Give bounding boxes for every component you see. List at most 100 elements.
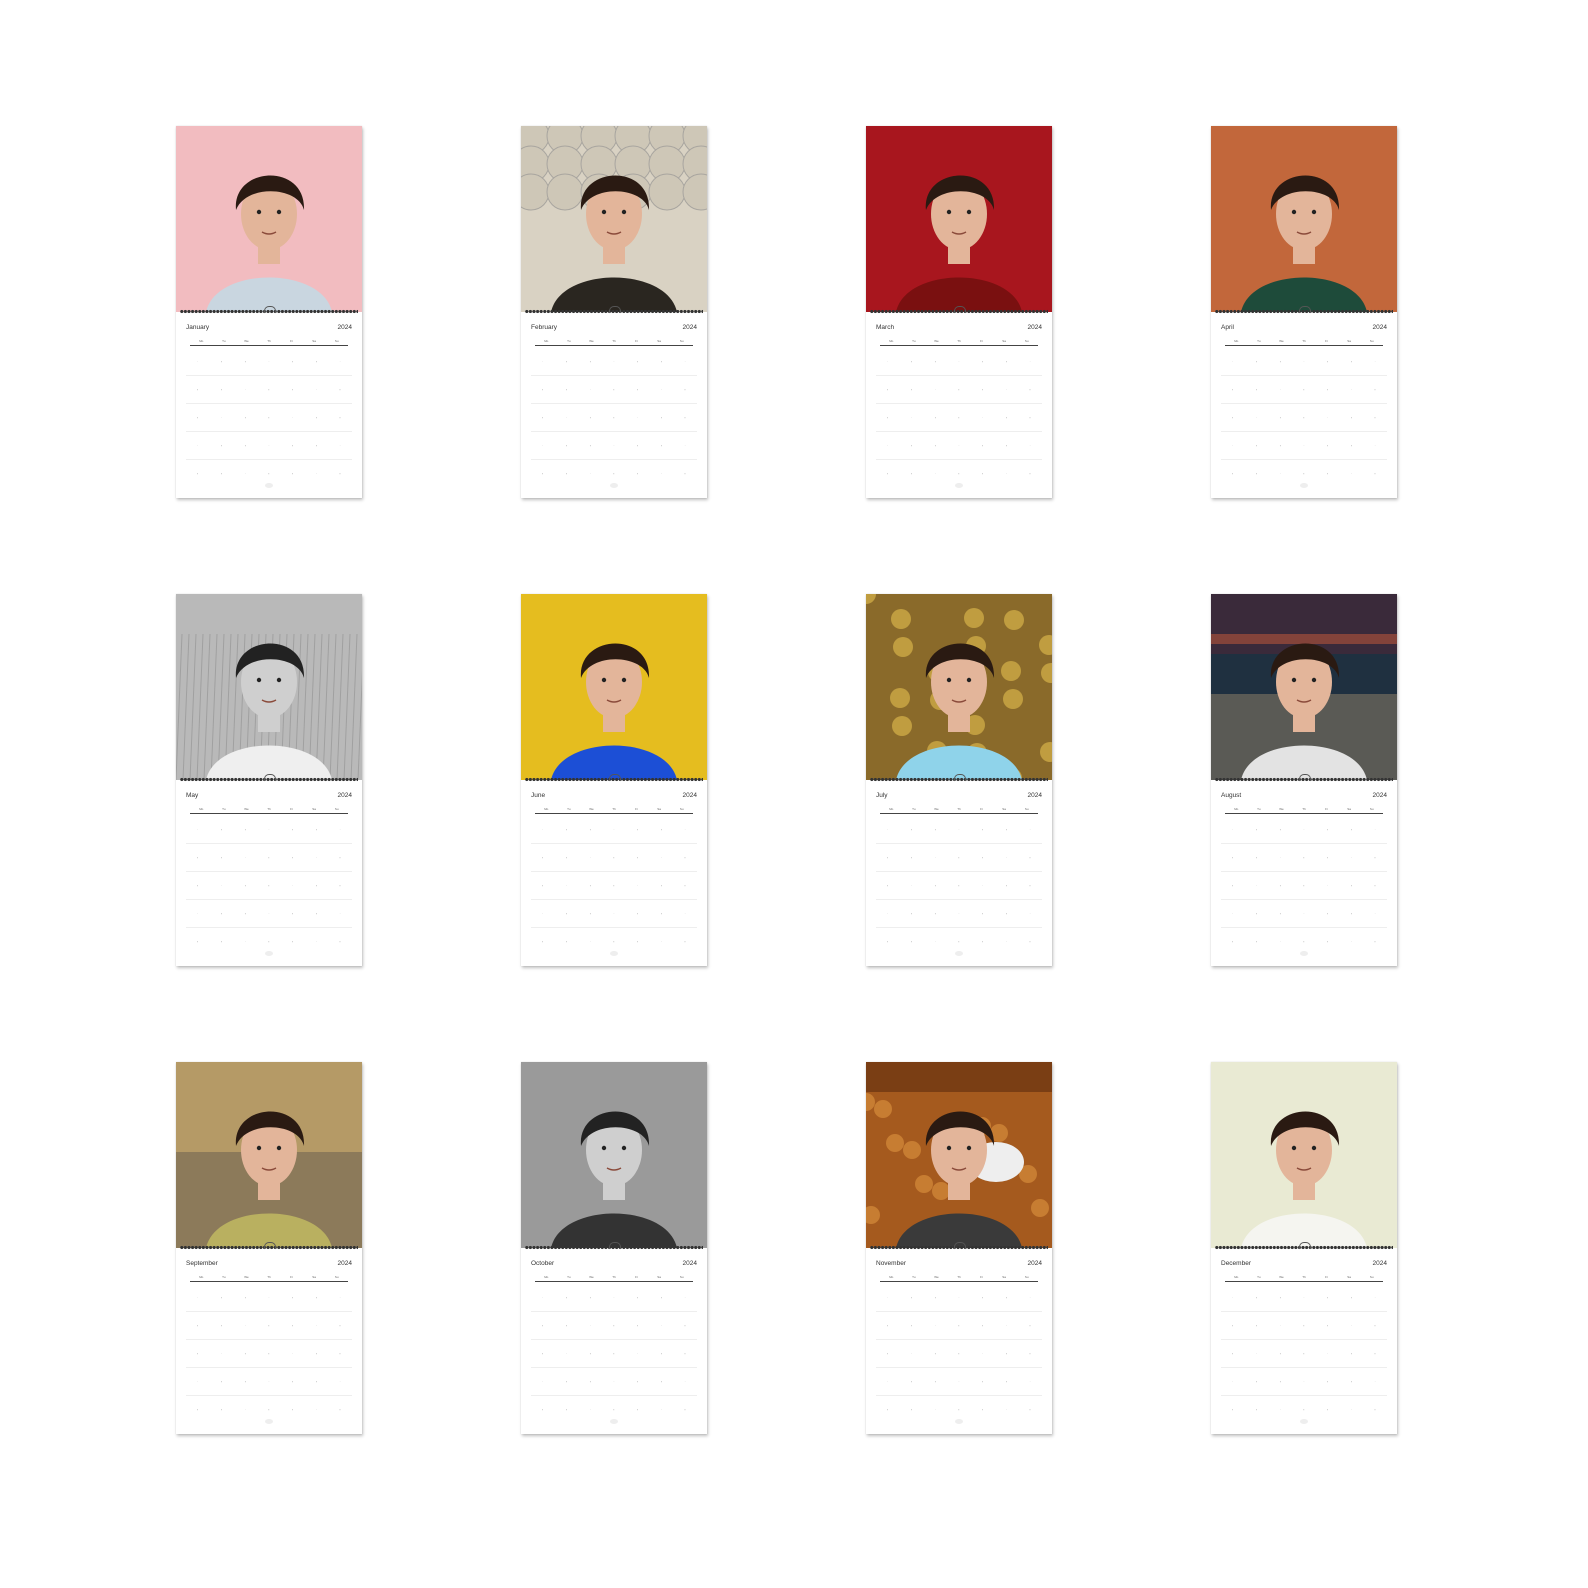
date-cell-mark: ·: [934, 360, 936, 364]
date-cell-mark: ·: [197, 1380, 199, 1384]
month-label: June: [531, 792, 546, 799]
date-cell-mark: ·: [1350, 856, 1352, 860]
calendar-page-june[interactable]: June 2024 Mo Tu We Th Fr Sa Su · · · · · · · · · · · · · · · · · ·…: [521, 594, 707, 966]
year-label: 2024: [1372, 324, 1387, 331]
date-cell-mark: ·: [887, 940, 889, 944]
date-cell-mark: ·: [1005, 388, 1007, 392]
date-cell-mark: ·: [958, 472, 960, 476]
weekday-label: We: [1279, 339, 1284, 343]
date-cell-mark: ·: [292, 1296, 294, 1300]
date-cell-mark: ·: [1327, 940, 1329, 944]
calendar-page-october[interactable]: October 2024 Mo Tu We Th Fr Sa Su · · · · · · · · · · · · · · ·…: [521, 1062, 707, 1434]
date-cell-mark: ·: [197, 360, 199, 364]
calendar-header: July 2024: [876, 792, 1042, 802]
year-label: 2024: [1372, 792, 1387, 799]
date-cell-mark: ·: [613, 940, 615, 944]
weekday-label: We: [589, 807, 594, 811]
date-cell-mark: ·: [958, 1296, 960, 1300]
date-cell-mark: ·: [589, 472, 591, 476]
month-label: August: [1221, 792, 1242, 799]
date-cell-mark: ·: [1029, 416, 1031, 420]
weekday-row: Mo Tu We Th Fr Sa Su: [190, 339, 348, 344]
date-grid: · · · · · · · · · · · · · · · · · · · · · · · · · · · · · · · · · · ·: [186, 348, 352, 488]
date-cell-mark: ·: [1232, 1352, 1234, 1356]
date-cell-mark: ·: [565, 472, 568, 476]
footer-logo-mark: [265, 1419, 273, 1424]
date-cell-mark: ·: [934, 416, 936, 420]
date-cell-mark: ·: [220, 828, 223, 832]
date-cell-mark: ·: [1005, 912, 1007, 916]
calendar-page-january[interactable]: January 2024 Mo Tu We Th Fr Sa Su · · · · · · · · · · · · · · ·…: [176, 126, 362, 498]
date-cell-mark: ·: [315, 912, 317, 916]
date-grid: · · · · · · · · · · · · · · · · · · · · · · · · · · · · · · · · · · ·: [1221, 816, 1387, 956]
date-cell-mark: ·: [1303, 828, 1305, 832]
date-cell-mark: ·: [684, 1324, 686, 1328]
date-cell-mark: ·: [982, 444, 984, 448]
date-cell-mark: ·: [613, 360, 615, 364]
calendar-page-february[interactable]: February 2024 Mo Tu We Th Fr Sa Su · · · · · · · · · · · · · ·…: [521, 126, 707, 498]
calendar-page-september[interactable]: September 2024 Mo Tu We Th Fr Sa Su · · · · · · · · · · · · ·…: [176, 1062, 362, 1434]
date-cell-mark: ·: [1374, 1380, 1376, 1384]
weekday-label: We: [934, 1275, 939, 1279]
date-cell-mark: ·: [1279, 940, 1281, 944]
date-cell-mark: ·: [1327, 1352, 1329, 1356]
date-cell-mark: ·: [637, 416, 639, 420]
calendar-header: September 2024: [186, 1260, 352, 1270]
calendar-page-august[interactable]: August 2024 Mo Tu We Th Fr Sa Su · · · · · · · · · · · · · · · ·…: [1211, 594, 1397, 966]
date-cell-mark: ·: [1374, 912, 1376, 916]
hanger-hook-icon: [954, 306, 966, 313]
calendar-page-july[interactable]: July 2024 Mo Tu We Th Fr Sa Su · · · · · · · · · · · · · · · · · ·…: [866, 594, 1052, 966]
date-cell-mark: ·: [339, 1380, 341, 1384]
date-cell-mark: ·: [1279, 444, 1281, 448]
date-cell-mark: ·: [613, 444, 615, 448]
date-cell-mark: ·: [660, 472, 662, 476]
date-cell-mark: ·: [542, 1380, 544, 1384]
date-cell-mark: ·: [589, 828, 591, 832]
footer-logo-mark: [610, 1419, 618, 1424]
date-cell-mark: ·: [268, 472, 270, 476]
weekday-label: Tu: [912, 339, 916, 343]
date-cell-mark: ·: [1327, 388, 1329, 392]
date-cell-mark: ·: [684, 416, 686, 420]
footer-logo-mark: [1300, 483, 1308, 488]
date-cell-mark: ·: [268, 388, 270, 392]
date-cell-mark: ·: [910, 1324, 913, 1328]
date-cell-mark: ·: [315, 360, 317, 364]
date-cell-mark: ·: [637, 472, 639, 476]
weekday-label: Fr: [980, 807, 983, 811]
date-cell-mark: ·: [1303, 884, 1305, 888]
date-cell-mark: ·: [684, 912, 686, 916]
date-cell-mark: ·: [315, 388, 317, 392]
date-cell-mark: ·: [637, 884, 639, 888]
date-cell-mark: ·: [1029, 856, 1031, 860]
calendar-header: June 2024: [531, 792, 697, 802]
calendar-page-march[interactable]: March 2024 Mo Tu We Th Fr Sa Su · · · · · · · · · · · · · · · · ·…: [866, 126, 1052, 498]
date-cell-mark: ·: [339, 472, 341, 476]
date-cell-mark: ·: [268, 1380, 270, 1384]
calendar-page-may[interactable]: May 2024 Mo Tu We Th Fr Sa Su · · · · · · · · · · · · · · · · · · ·…: [176, 594, 362, 966]
weekday-label: Tu: [1257, 807, 1261, 811]
date-cell-mark: ·: [339, 884, 341, 888]
date-cell-mark: ·: [684, 444, 686, 448]
footer-logo-mark: [265, 483, 273, 488]
year-label: 2024: [337, 1260, 352, 1267]
date-cell-mark: ·: [982, 388, 984, 392]
date-cell-mark: ·: [1350, 940, 1352, 944]
date-cell-mark: ·: [315, 1380, 317, 1384]
date-cell-mark: ·: [1303, 1352, 1305, 1356]
calendar-page-december[interactable]: December 2024 Mo Tu We Th Fr Sa Su · · · · · · · · · · · · · ·…: [1211, 1062, 1397, 1434]
date-cell-mark: ·: [315, 1352, 317, 1356]
date-cell-mark: ·: [910, 856, 913, 860]
date-cell-mark: ·: [1255, 1296, 1258, 1300]
calendar-header: April 2024: [1221, 324, 1387, 334]
date-cell-mark: ·: [934, 444, 936, 448]
calendar-header: February 2024: [531, 324, 697, 334]
hanger-hook-icon: [609, 774, 621, 781]
weekday-divider: [1225, 1281, 1383, 1282]
date-cell-mark: ·: [1279, 912, 1281, 916]
date-cell-mark: ·: [589, 912, 591, 916]
calendar-page-november[interactable]: November 2024 Mo Tu We Th Fr Sa Su · · · · · · · · · · · · · ·…: [866, 1062, 1052, 1434]
calendar-page-april[interactable]: April 2024 Mo Tu We Th Fr Sa Su · · · · · · · · · · · · · · · · ·…: [1211, 126, 1397, 498]
date-cell-mark: ·: [268, 828, 270, 832]
date-cell-mark: ·: [982, 1408, 984, 1412]
